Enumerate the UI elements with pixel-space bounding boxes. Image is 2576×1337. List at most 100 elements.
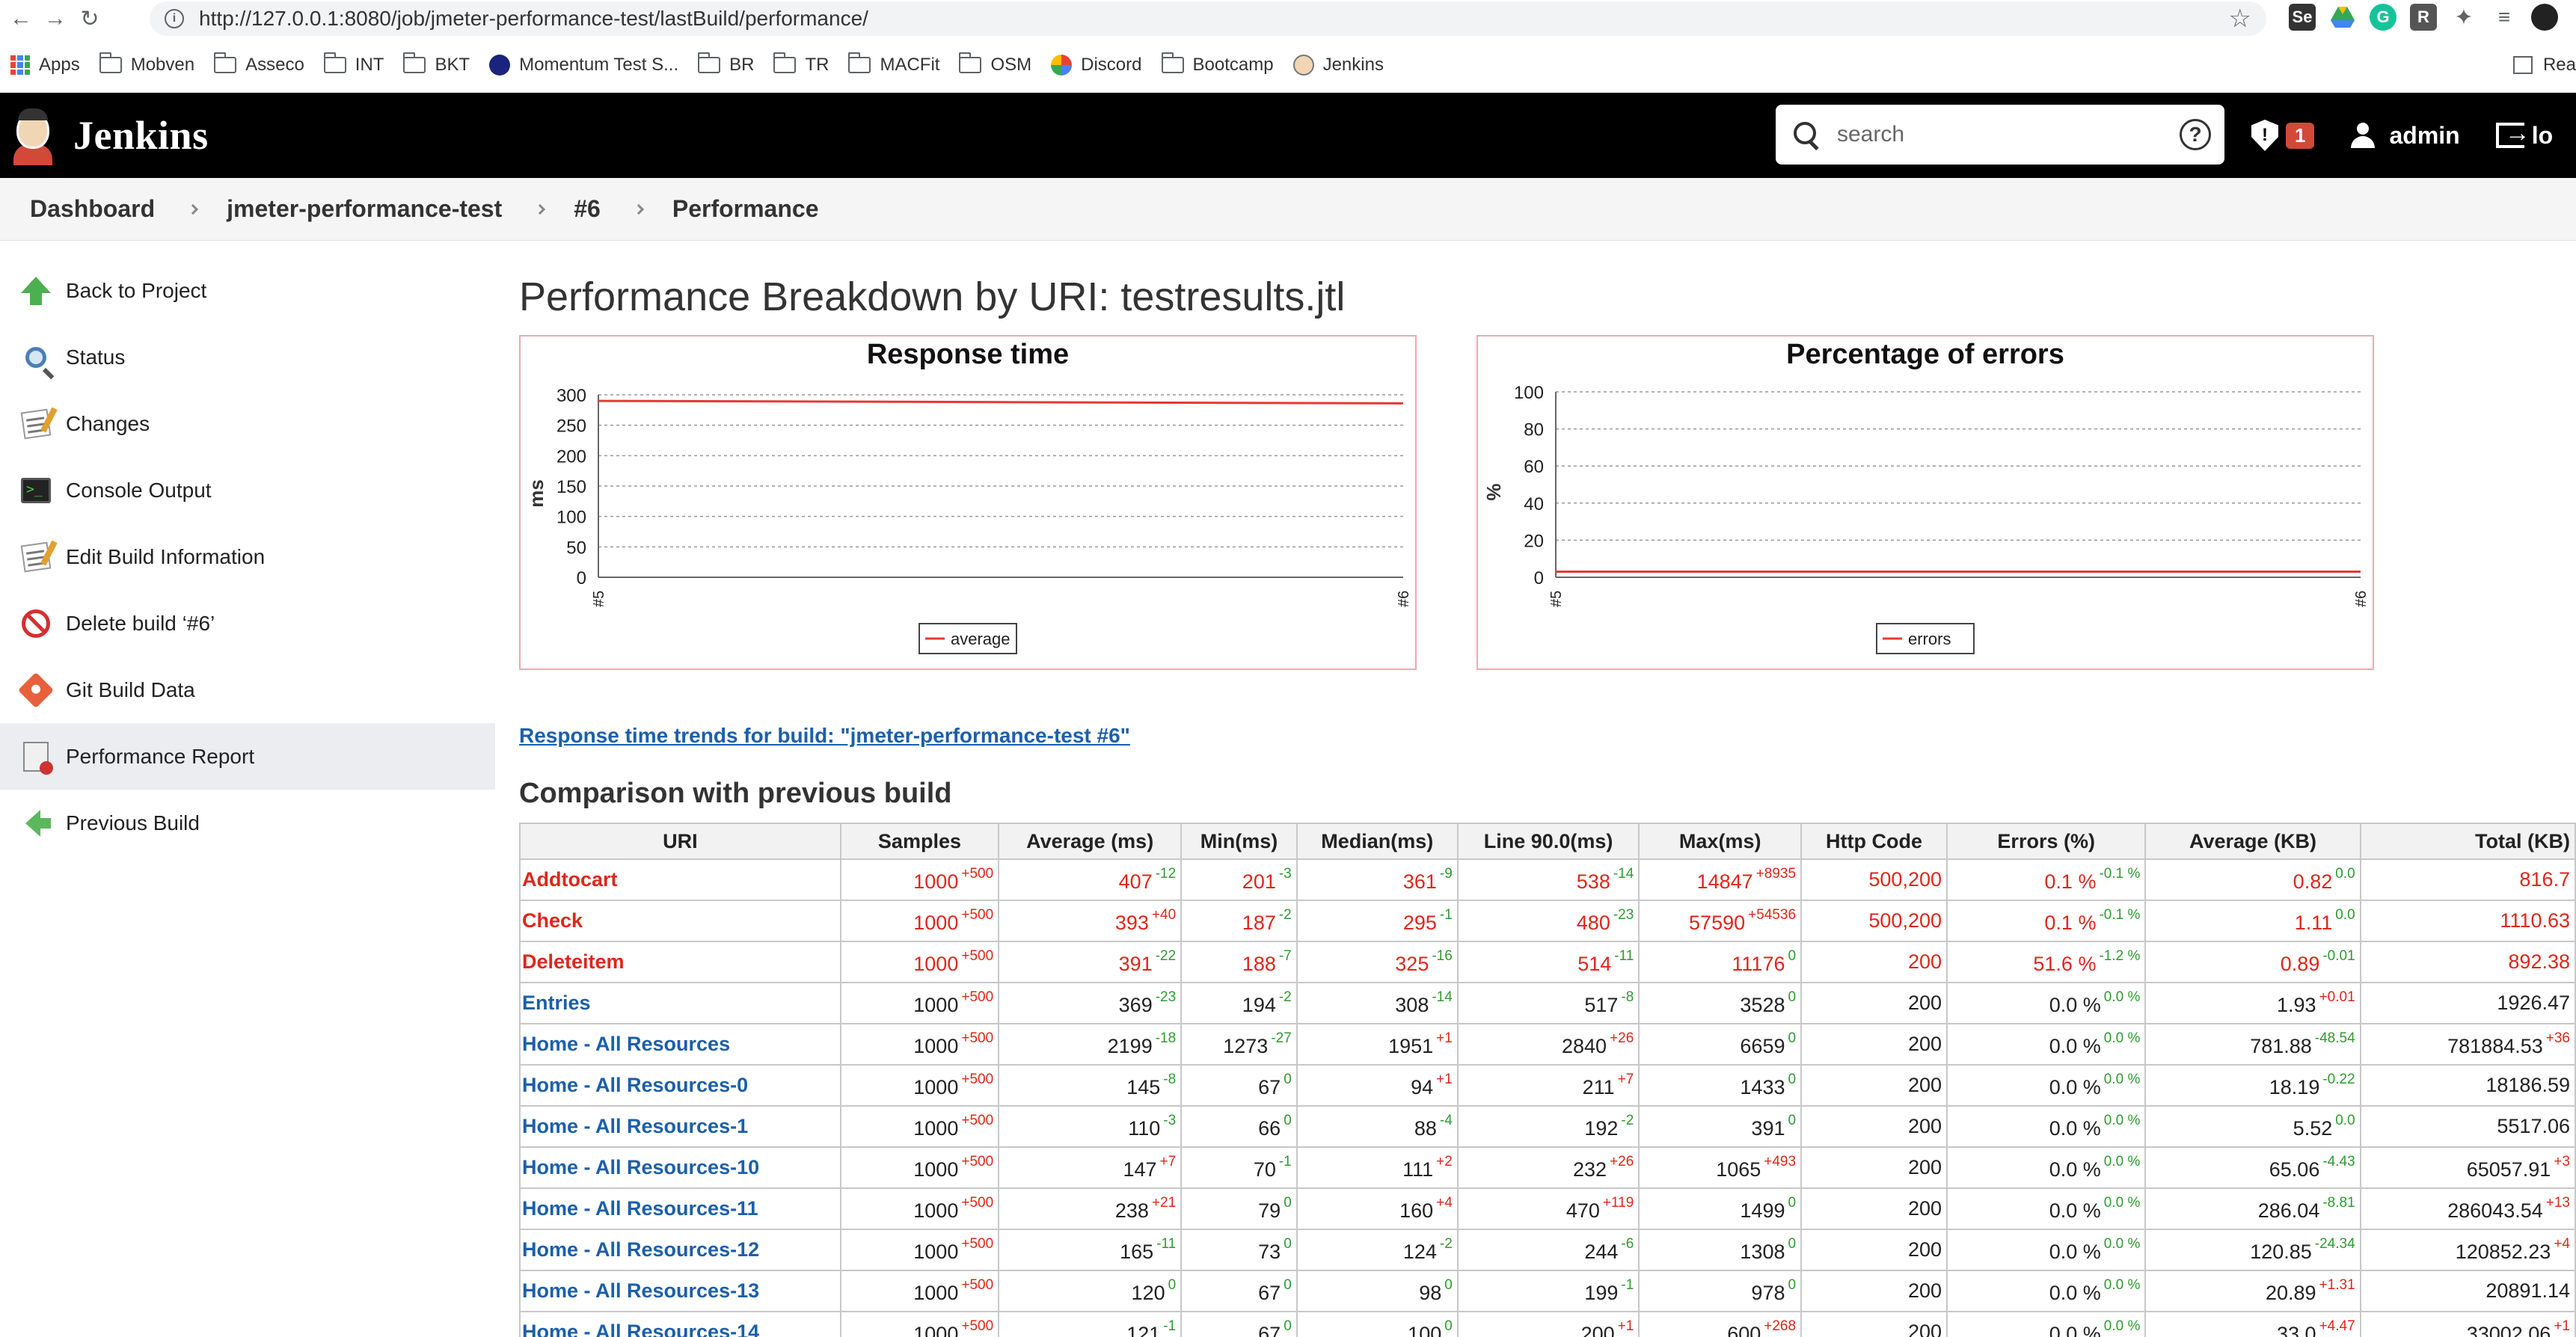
- column-header[interactable]: Samples: [839, 823, 1000, 860]
- bookmark-folder[interactable]: MACFit: [848, 52, 939, 76]
- bookmark-folder[interactable]: Asseco: [214, 52, 304, 76]
- table-cell-http: 200: [1800, 1146, 1948, 1189]
- uri-link[interactable]: Home - All Resources-12: [519, 1229, 841, 1271]
- bookmark-star-icon[interactable]: ☆: [2229, 4, 2251, 34]
- chevron-right-icon[interactable]: [633, 203, 644, 215]
- sidebar-item-status[interactable]: Status: [0, 324, 495, 390]
- back-arrow-icon[interactable]: ←: [7, 5, 34, 32]
- comparison-table-container[interactable]: URI Samples Average (ms) Min(ms) Median(ms) L…: [519, 823, 2576, 1337]
- cell-value: 1499: [1740, 1199, 1785, 1222]
- cell-value: 391: [1751, 1117, 1785, 1140]
- jenkins-title[interactable]: Jenkins: [73, 112, 209, 159]
- sidebar-item-edit-build-information[interactable]: Edit Build Information: [0, 523, 495, 590]
- bookmark-momentum[interactable]: Momentum Test S...: [489, 55, 678, 76]
- grammarly-icon[interactable]: G: [2370, 4, 2396, 31]
- delta-value: +1: [2554, 1318, 2570, 1334]
- table-cell-min: 194 -2: [1180, 982, 1298, 1024]
- profile-avatar-icon[interactable]: [2531, 4, 2558, 31]
- column-header[interactable]: Total (KB): [2359, 823, 2576, 860]
- sidebar-item-previous-build[interactable]: Previous Build: [0, 790, 495, 856]
- column-header[interactable]: Line 90.0(ms): [1456, 823, 1640, 860]
- security-shield-icon[interactable]: !: [2251, 120, 2278, 151]
- sidebar-item-delete-build[interactable]: Delete build ‘#6’: [0, 590, 495, 657]
- breadcrumb-job[interactable]: jmeter-performance-test: [227, 195, 502, 223]
- bookmark-folder[interactable]: Mobven: [99, 52, 194, 76]
- column-header[interactable]: Min(ms): [1180, 823, 1298, 860]
- sidebar-item-performance-report[interactable]: Performance Report: [0, 723, 495, 790]
- uri-link[interactable]: Home - All Resources-0: [519, 1064, 841, 1107]
- uri-link[interactable]: Check: [519, 900, 841, 942]
- breadcrumb-performance[interactable]: Performance: [672, 195, 819, 223]
- reload-icon[interactable]: ↻: [76, 5, 103, 32]
- table-cell-errors: 0.0 % 0.0 %: [1945, 1146, 2147, 1189]
- uri-link[interactable]: Home - All Resources-1: [519, 1105, 841, 1148]
- uri-link[interactable]: Deleteitem: [519, 941, 841, 983]
- search-input[interactable]: [1837, 122, 2166, 147]
- jenkins-logo-icon[interactable]: [10, 105, 55, 165]
- delta-value: -6: [1621, 1236, 1634, 1252]
- bookmark-folder[interactable]: Bootcamp: [1161, 52, 1274, 76]
- column-header[interactable]: Median(ms): [1295, 823, 1459, 860]
- bookmark-jenkins[interactable]: Jenkins: [1292, 55, 1384, 76]
- address-bar[interactable]: i http://127.0.0.1:8080/job/jmeter-perfo…: [150, 1, 2266, 36]
- uri-link[interactable]: Addtocart: [519, 858, 841, 901]
- url-text[interactable]: http://127.0.0.1:8080/job/jmeter-perform…: [199, 7, 868, 31]
- column-header[interactable]: Errors (%): [1945, 823, 2147, 860]
- sidebar-item-console-output[interactable]: Console Output: [0, 457, 495, 523]
- uri-link[interactable]: Home - All Resources: [519, 1023, 841, 1066]
- bookmark-folder[interactable]: OSM: [959, 52, 1031, 76]
- chevron-right-icon[interactable]: [188, 203, 199, 215]
- table-cell-max: 3528 0: [1638, 982, 1803, 1024]
- legend-label: average: [951, 630, 1011, 648]
- sidebar-item-changes[interactable]: Changes: [0, 390, 495, 457]
- extensions-puzzle-icon[interactable]: ✦: [2450, 4, 2477, 31]
- security-badge[interactable]: 1: [2286, 122, 2315, 149]
- reading-list[interactable]: Rea: [2512, 45, 2576, 85]
- site-info-icon[interactable]: i: [165, 9, 184, 28]
- recorder-extension-icon[interactable]: R: [2410, 4, 2437, 31]
- table-cell-samples: 1000 +500: [839, 941, 1000, 983]
- cell-value: 538: [1576, 870, 1610, 893]
- table-cell-min: 66 0: [1180, 1105, 1298, 1148]
- uri-link[interactable]: Home - All Resources-11: [519, 1187, 841, 1230]
- bookmark-folder[interactable]: TR: [773, 52, 829, 76]
- column-header[interactable]: Average (ms): [998, 823, 1183, 860]
- column-header[interactable]: Max(ms): [1638, 823, 1803, 860]
- delta-value: +500: [961, 1154, 994, 1170]
- folder-icon: [1161, 52, 1184, 73]
- column-header[interactable]: Average (KB): [2144, 823, 2361, 860]
- bookmark-discord[interactable]: Discord: [1051, 55, 1142, 76]
- media-control-icon[interactable]: ≡: [2491, 4, 2518, 31]
- bookmark-folder[interactable]: BR: [698, 52, 754, 76]
- uri-link[interactable]: Home - All Resources-13: [519, 1270, 841, 1312]
- uri-link[interactable]: Entries: [519, 982, 841, 1024]
- bookmark-apps[interactable]: Apps: [10, 55, 80, 76]
- uri-link[interactable]: Home - All Resources-10: [519, 1146, 841, 1189]
- cell-value: 194: [1242, 994, 1276, 1016]
- google-drive-icon[interactable]: [2329, 4, 2356, 31]
- table-cell-line90: 517 -8: [1456, 982, 1640, 1024]
- table-cell-avgkb: 65.06 -4.43: [2144, 1146, 2361, 1189]
- user-menu[interactable]: admin: [2350, 122, 2460, 150]
- logout-link[interactable]: lo: [2495, 119, 2553, 150]
- delta-value: 0: [1284, 1277, 1292, 1293]
- breadcrumb-build[interactable]: #6: [574, 195, 601, 223]
- bookmark-folder[interactable]: INT: [323, 52, 384, 76]
- column-header[interactable]: URI: [519, 823, 841, 860]
- bookmark-folder[interactable]: BKT: [403, 52, 470, 76]
- cell-value: 0.0 %: [2049, 1241, 2101, 1263]
- response-time-trends-link[interactable]: Response time trends for build: "jmeter-…: [519, 724, 1130, 748]
- uri-link[interactable]: Home - All Resources-14: [519, 1311, 841, 1337]
- sidebar-item-git-build-data[interactable]: Git Build Data: [0, 657, 495, 723]
- table-cell-errors: 0.0 % 0.0 %: [1945, 982, 2147, 1024]
- forward-arrow-icon[interactable]: →: [42, 5, 69, 32]
- sidebar-item-back-to-project[interactable]: Back to Project: [0, 257, 495, 324]
- help-icon[interactable]: ?: [2180, 119, 2211, 150]
- delta-value: +500: [961, 948, 994, 964]
- cell-value: 816.7: [2519, 868, 2570, 891]
- breadcrumb-dashboard[interactable]: Dashboard: [30, 195, 155, 223]
- selenium-extension-icon[interactable]: Se: [2289, 4, 2316, 31]
- chevron-right-icon[interactable]: [535, 203, 546, 215]
- column-header[interactable]: Http Code: [1800, 823, 1948, 860]
- delta-value: -18: [1155, 1030, 1177, 1046]
